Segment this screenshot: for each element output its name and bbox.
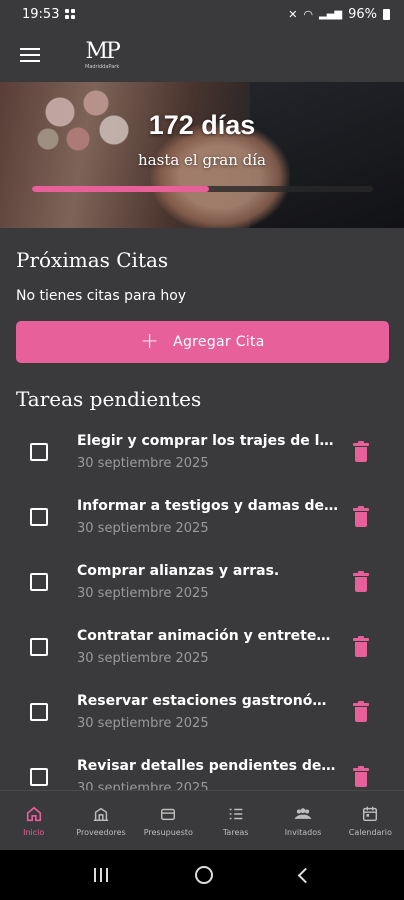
delete-task-icon[interactable] [352, 506, 370, 528]
task-date: 30 septiembre 2025 [77, 651, 209, 666]
countdown-progress-fill [32, 186, 210, 192]
delete-task-icon[interactable] [352, 701, 370, 723]
people-icon [293, 805, 313, 823]
store-icon [91, 805, 111, 823]
wifi-icon: ◠ [303, 7, 314, 21]
add-appointment-label: Agregar Cita [173, 334, 265, 350]
wallet-icon [158, 805, 178, 823]
nav-tareas[interactable]: Tareas [202, 791, 269, 850]
nav-label: Tareas [222, 828, 249, 837]
back-icon[interactable] [297, 867, 313, 883]
battery-level: 96% [348, 6, 377, 22]
days-remaining: 172 días [148, 110, 256, 140]
nav-inicio[interactable]: Inicio [0, 791, 67, 850]
task-title: Informar a testigos y damas de honor [77, 498, 339, 514]
task-date: 30 septiembre 2025 [77, 521, 209, 536]
delete-task-icon[interactable] [352, 636, 370, 658]
task-title: Revisar detalles pendientes de la boda [77, 758, 339, 774]
task-checkbox[interactable] [30, 508, 48, 526]
task-checkbox[interactable] [30, 638, 48, 656]
task-title: Contratar animación y entretenimiento [77, 628, 339, 644]
nav-calendario[interactable]: Calendario [337, 791, 404, 850]
calendar-icon [360, 805, 380, 823]
countdown-hero: 172 días hasta el gran día [0, 82, 404, 228]
mute-icon: ✕ [288, 7, 298, 21]
home-icon [24, 805, 44, 823]
delete-task-icon[interactable] [352, 571, 370, 593]
task-item[interactable]: Elegir y comprar los trajes de los novio… [0, 428, 404, 488]
task-checkbox[interactable] [30, 768, 48, 786]
delete-task-icon[interactable] [352, 441, 370, 463]
appointments-title: Próximas Citas [16, 248, 169, 272]
task-item[interactable]: Contratar animación y entretenimiento 30… [0, 623, 404, 683]
main-content[interactable]: Próximas Citas No tienes citas para hoy … [0, 228, 404, 790]
list-icon [226, 805, 246, 823]
task-checkbox[interactable] [30, 703, 48, 721]
nav-label: Invitados [284, 828, 322, 837]
task-checkbox[interactable] [30, 573, 48, 591]
app-logo: MP MadriddaPark [85, 38, 121, 70]
task-date: 30 septiembre 2025 [77, 586, 209, 601]
clock: 19:53 [22, 6, 60, 22]
task-date: 30 septiembre 2025 [77, 781, 209, 790]
countdown-progress [32, 186, 373, 192]
task-title: Elegir y comprar los trajes de los novio… [77, 433, 339, 449]
nav-label: Calendario [348, 828, 392, 837]
task-item[interactable]: Reservar estaciones gastronómicas 30 sep… [0, 688, 404, 748]
task-item[interactable]: Comprar alianzas y arras. 30 septiembre … [0, 558, 404, 618]
nav-label: Proveedores [76, 828, 126, 837]
nav-invitados[interactable]: Invitados [269, 791, 336, 850]
logo-mark: MP [85, 38, 120, 64]
delete-task-icon[interactable] [352, 766, 370, 788]
nav-label: Presupuesto [143, 828, 193, 837]
nav-label: Inicio [23, 828, 45, 837]
bottom-navigation: Inicio Proveedores Presupuesto Tareas In… [0, 790, 404, 850]
status-bar: 19:53 ✕ ◠ ▂▄▆ 96% [0, 0, 404, 28]
task-date: 30 septiembre 2025 [77, 716, 209, 731]
tasks-title: Tareas pendientes [16, 387, 202, 411]
appointments-empty: No tienes citas para hoy [16, 288, 187, 304]
task-title: Reservar estaciones gastronómicas [77, 693, 339, 709]
days-caption: hasta el gran día [138, 151, 266, 169]
task-date: 30 septiembre 2025 [77, 456, 209, 471]
plus-icon: + [140, 329, 160, 354]
app-bar: MP MadriddaPark [0, 28, 404, 82]
hamburger-icon [20, 54, 40, 56]
app-grid-icon [65, 9, 76, 19]
signal-icon: ▂▄▆ [319, 8, 343, 20]
logo-subtitle: MadriddaPark [85, 63, 120, 70]
system-navigation [0, 850, 404, 900]
battery-icon [383, 8, 390, 20]
nav-presupuesto[interactable]: Presupuesto [135, 791, 202, 850]
nav-proveedores[interactable]: Proveedores [67, 791, 134, 850]
home-button-icon[interactable] [194, 866, 213, 884]
recent-apps-icon[interactable] [93, 868, 108, 882]
task-title: Comprar alianzas y arras. [77, 563, 280, 579]
menu-button[interactable] [0, 28, 60, 82]
add-appointment-button[interactable]: + Agregar Cita [16, 321, 389, 363]
task-item[interactable]: Informar a testigos y damas de honor 30 … [0, 493, 404, 553]
task-checkbox[interactable] [30, 443, 48, 461]
task-item[interactable]: Revisar detalles pendientes de la boda 3… [0, 753, 404, 790]
